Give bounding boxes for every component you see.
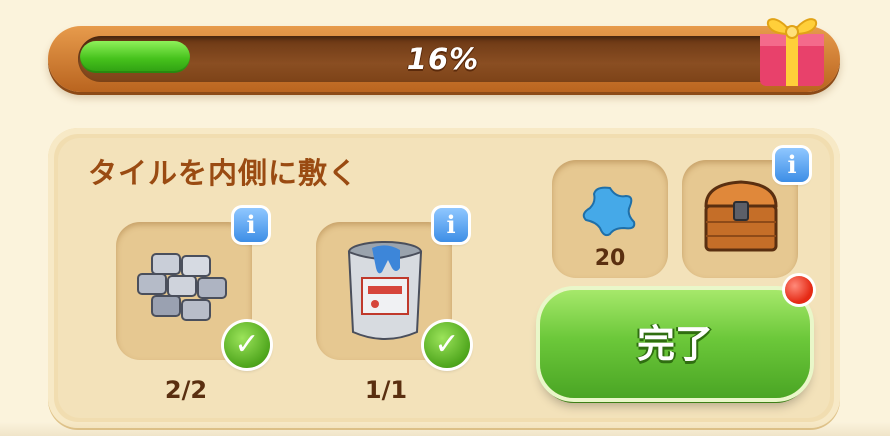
gift-box-icon[interactable] <box>752 0 832 90</box>
info-button-chest[interactable]: i <box>775 148 809 182</box>
stone-tiles-icon <box>137 253 227 321</box>
complete-button[interactable]: 完了 <box>540 290 810 398</box>
blue-star-icon <box>582 186 636 237</box>
complete-button-label: 完了 <box>636 322 713 366</box>
info-button-paint[interactable]: i <box>434 208 468 242</box>
reward-slot-stars[interactable]: 20 <box>552 160 668 278</box>
paint-bucket-icon <box>347 241 423 340</box>
bottom-shade <box>0 422 890 436</box>
requirement-count-tiles: 2/2 <box>164 376 208 404</box>
notification-dot <box>785 276 813 304</box>
requirement-count-paint: 1/1 <box>364 376 408 404</box>
progress-percent-text: 16% <box>406 42 480 76</box>
task-title: タイルを内側に敷く <box>88 156 359 190</box>
check-icon: ✓ <box>424 322 470 368</box>
treasure-chest-icon <box>704 180 778 252</box>
reward-count-stars: 20 <box>594 246 626 271</box>
check-icon: ✓ <box>224 322 270 368</box>
progress-bar-frame: 16% <box>48 26 840 92</box>
info-button-tiles[interactable]: i <box>234 208 268 242</box>
progress-track: 16% <box>78 36 808 82</box>
